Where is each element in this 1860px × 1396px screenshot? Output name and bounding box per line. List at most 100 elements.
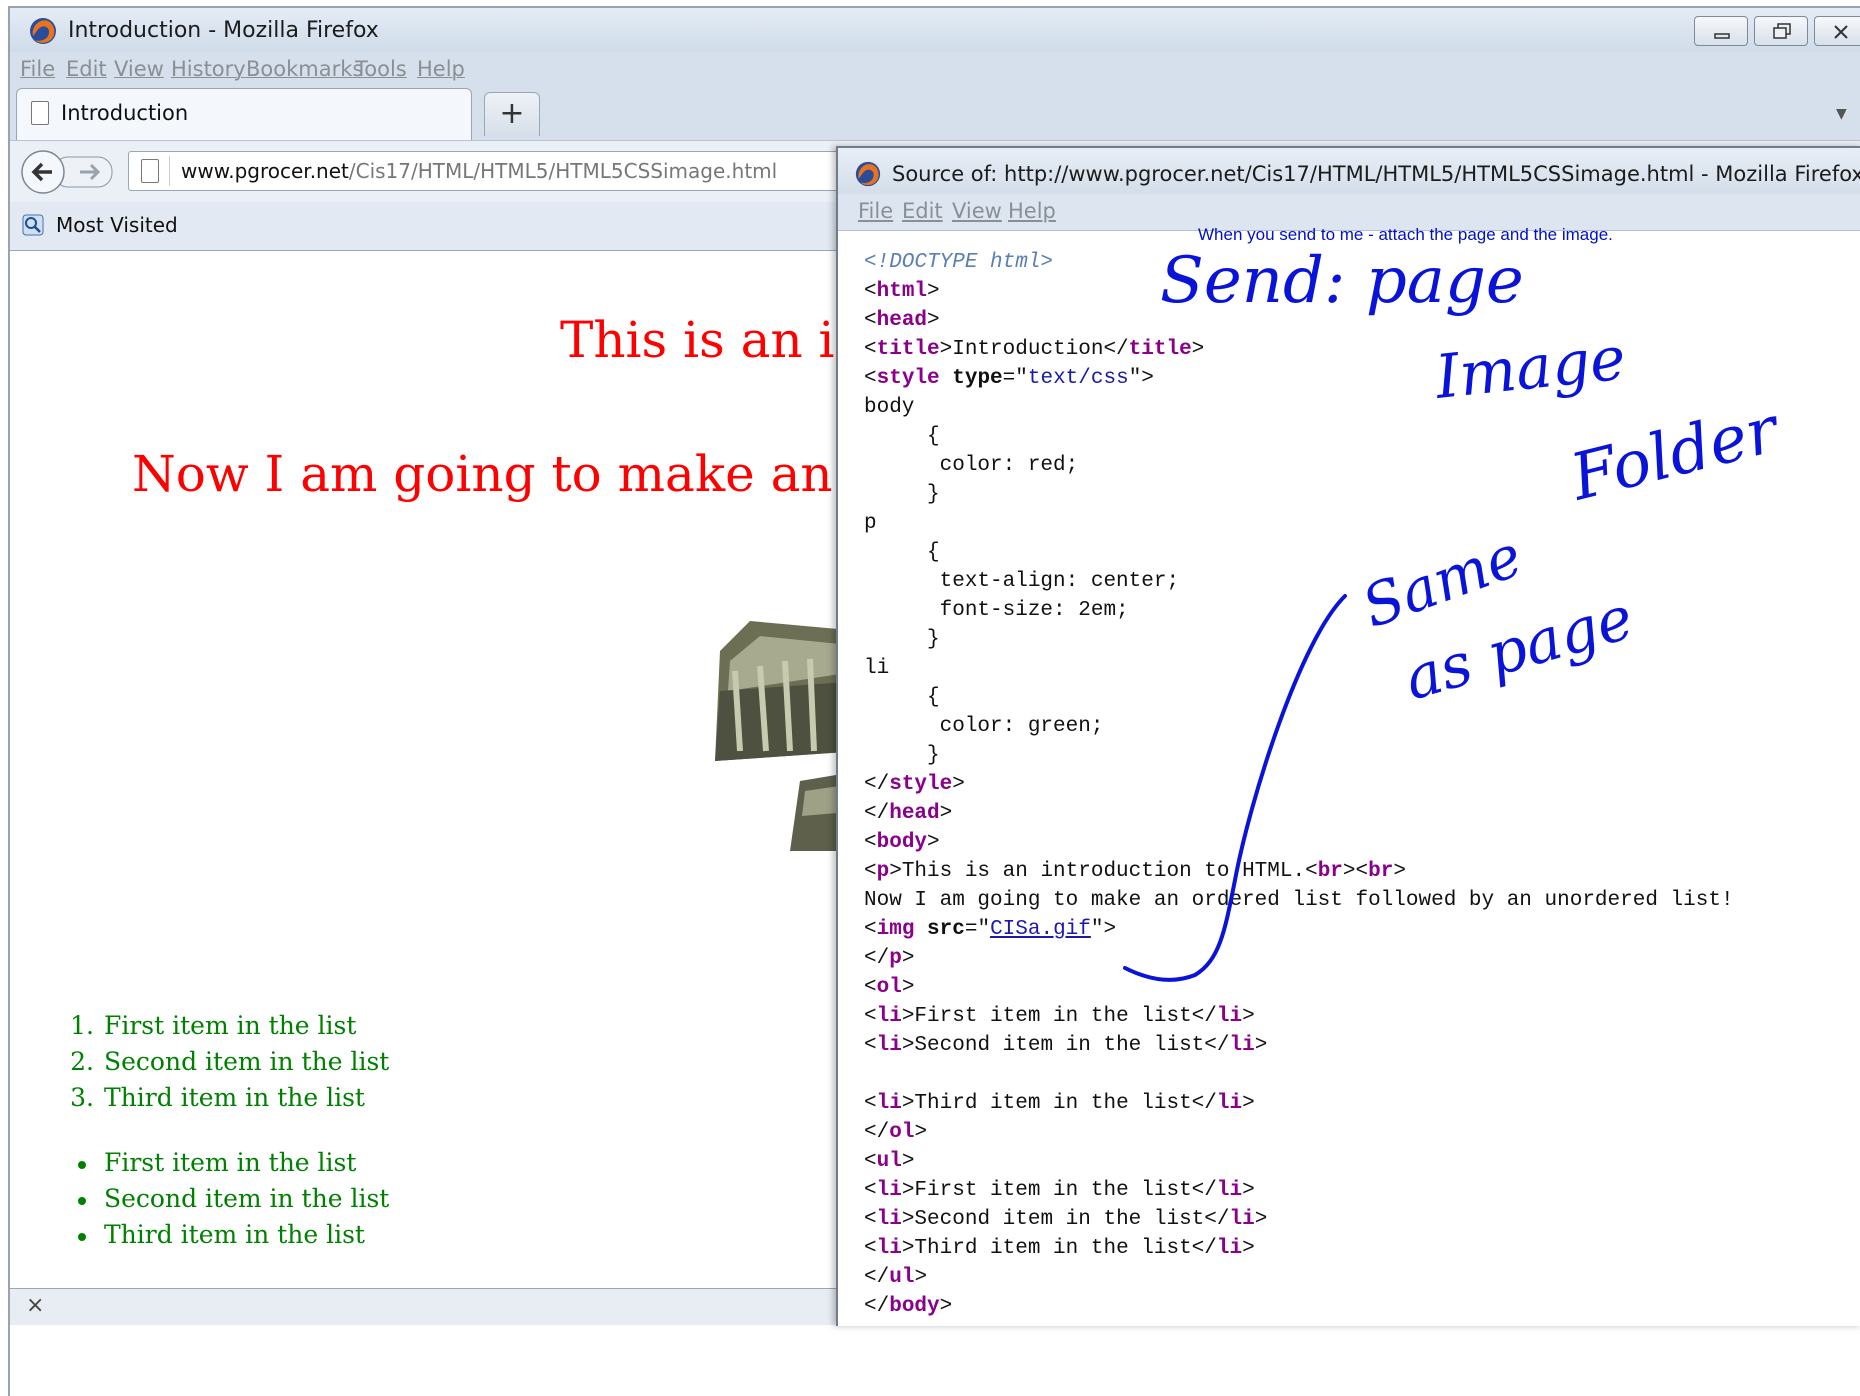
bullet-icon bbox=[78, 1196, 86, 1205]
src-menu-view[interactable]: View bbox=[952, 199, 1002, 223]
code-line: color: green; bbox=[864, 715, 1104, 738]
code-line: <li>Second item in the list</li> bbox=[864, 1208, 1268, 1231]
list-marker: 3. bbox=[70, 1083, 94, 1112]
code-line: </ul> bbox=[864, 1266, 928, 1289]
list-item-text: First item in the list bbox=[104, 1011, 357, 1040]
code-line: <head> bbox=[864, 309, 940, 332]
code-line: </body> bbox=[864, 1295, 953, 1318]
minimize-button[interactable] bbox=[1694, 16, 1748, 46]
tab-introduction[interactable]: Introduction bbox=[16, 88, 472, 140]
window-title: Introduction - Mozilla Firefox bbox=[68, 18, 379, 43]
code-line: <li>First item in the list</li> bbox=[864, 1005, 1255, 1028]
list-item-text: Third item in the list bbox=[104, 1220, 365, 1249]
list-marker: 1. bbox=[70, 1011, 94, 1040]
restore-icon bbox=[1773, 23, 1791, 39]
typed-note: When you send to me - attach the page an… bbox=[1198, 225, 1613, 244]
tab-list-chevron-down-icon[interactable]: ▼ bbox=[1836, 106, 1847, 122]
new-tab-button[interactable]: + bbox=[484, 92, 540, 136]
code-line: <style type="text/css"> bbox=[864, 367, 1154, 390]
code-line: <li>Third item in the list</li> bbox=[864, 1092, 1255, 1115]
list-item: First item in the list bbox=[60, 1145, 389, 1181]
back-forward-buttons[interactable] bbox=[20, 149, 120, 195]
src-menu-edit[interactable]: Edit bbox=[902, 199, 943, 223]
src-menu-help[interactable]: Help bbox=[1008, 199, 1056, 223]
menu-bookmarks[interactable]: Bookmarks bbox=[246, 57, 363, 81]
minimize-icon bbox=[1714, 33, 1730, 39]
source-titlebar[interactable]: Source of: http://www.pgrocer.net/Cis17/… bbox=[838, 148, 1860, 194]
list-item: 2. Second item in the list bbox=[60, 1044, 389, 1080]
code-line: color: red; bbox=[864, 454, 1079, 477]
menu-view[interactable]: View bbox=[114, 57, 164, 81]
find-bar: × bbox=[10, 1288, 840, 1325]
source-code: <!DOCTYPE html> <html> <head> <title>Int… bbox=[864, 248, 1860, 1324]
tab-strip: Introduction + ▼ bbox=[10, 88, 1860, 140]
code-line: <p>This is an introduction to HTML.<br><… bbox=[864, 860, 1406, 883]
menu-help[interactable]: Help bbox=[417, 57, 465, 81]
firefox-logo-icon bbox=[855, 161, 881, 187]
code-line: } bbox=[864, 628, 940, 651]
source-window-title: Source of: http://www.pgrocer.net/Cis17/… bbox=[892, 162, 1860, 186]
code-line: li bbox=[864, 657, 890, 680]
code-line: Now I am going to make an ordered list f… bbox=[864, 889, 1734, 912]
code-line: font-size: 2em; bbox=[864, 599, 1129, 622]
list-item-text: Third item in the list bbox=[104, 1083, 365, 1112]
close-button[interactable] bbox=[1814, 16, 1860, 46]
restore-button[interactable] bbox=[1754, 16, 1808, 46]
unordered-list: First item in the list Second item in th… bbox=[60, 1145, 389, 1253]
code-line: <html> bbox=[864, 280, 940, 303]
bullet-icon bbox=[78, 1160, 86, 1169]
list-item-text: First item in the list bbox=[104, 1148, 357, 1177]
list-item-text: Second item in the list bbox=[104, 1184, 390, 1213]
bullet-icon bbox=[78, 1232, 86, 1241]
ordered-list: 1. First item in the list 2. Second item i… bbox=[60, 1008, 389, 1116]
code-line: </p> bbox=[864, 947, 915, 970]
most-visited-icon[interactable] bbox=[22, 214, 44, 236]
menu-history[interactable]: History bbox=[171, 57, 246, 81]
src-menu-file[interactable]: File bbox=[858, 199, 893, 223]
menu-tools[interactable]: Tools bbox=[355, 57, 407, 81]
code-line: } bbox=[864, 483, 940, 506]
findbar-close-button[interactable]: × bbox=[26, 1293, 44, 1318]
list-item: Third item in the list bbox=[60, 1217, 389, 1253]
code-line: } bbox=[864, 744, 940, 767]
list-item-text: Second item in the list bbox=[104, 1047, 390, 1076]
code-line: <ul> bbox=[864, 1150, 915, 1173]
code-line: text-align: center; bbox=[864, 570, 1180, 593]
url-bar[interactable]: www.pgrocer.net/Cis17/HTML/HTML5/HTML5CS… bbox=[128, 151, 848, 191]
menu-edit[interactable]: Edit bbox=[66, 57, 107, 81]
list-item: Second item in the list bbox=[60, 1181, 389, 1217]
code-line: <li>Second item in the list</li> bbox=[864, 1034, 1268, 1057]
site-identity-page-icon[interactable] bbox=[141, 159, 159, 183]
code-line: </style> bbox=[864, 773, 965, 796]
code-line: <title>Introduction</title> bbox=[864, 338, 1205, 361]
code-line: <ol> bbox=[864, 976, 915, 999]
list-item: 1. First item in the list bbox=[60, 1008, 389, 1044]
code-line: </head> bbox=[864, 802, 953, 825]
titlebar[interactable]: Introduction - Mozilla Firefox bbox=[10, 8, 1860, 54]
url-text[interactable]: www.pgrocer.net/Cis17/HTML/HTML5/HTML5CS… bbox=[181, 159, 777, 183]
code-line: { bbox=[864, 425, 940, 448]
url-separator bbox=[169, 156, 170, 186]
firefox-logo-icon bbox=[30, 18, 56, 44]
menu-file[interactable]: File bbox=[20, 57, 55, 81]
list-marker: 2. bbox=[70, 1047, 94, 1076]
code-line: <li>First item in the list</li> bbox=[864, 1179, 1255, 1202]
code-line: </ol> bbox=[864, 1121, 928, 1144]
code-line: </html> bbox=[864, 1321, 1860, 1324]
code-line: <!DOCTYPE html> bbox=[864, 251, 1054, 274]
url-path: /Cis17/HTML/HTML5/HTML5CSSimage.html bbox=[348, 159, 778, 183]
view-source-window: Source of: http://www.pgrocer.net/Cis17/… bbox=[836, 146, 1860, 1326]
code-line: <img src="CISa.gif"> bbox=[864, 918, 1117, 941]
close-icon bbox=[1834, 25, 1848, 39]
list-item: 3. Third item in the list bbox=[60, 1080, 389, 1116]
code-line: <body> bbox=[864, 831, 940, 854]
code-line: <li>Third item in the list</li> bbox=[864, 1237, 1255, 1260]
menubar: File Edit View History Bookmarks Tools H… bbox=[10, 52, 1860, 88]
most-visited-bookmark[interactable]: Most Visited bbox=[56, 213, 178, 237]
code-line: { bbox=[864, 686, 940, 709]
url-domain: www.pgrocer.net bbox=[181, 159, 349, 183]
tab-title: Introduction bbox=[61, 101, 189, 125]
code-line: p bbox=[864, 512, 877, 535]
image-src-link[interactable]: CISa.gif bbox=[990, 918, 1091, 941]
